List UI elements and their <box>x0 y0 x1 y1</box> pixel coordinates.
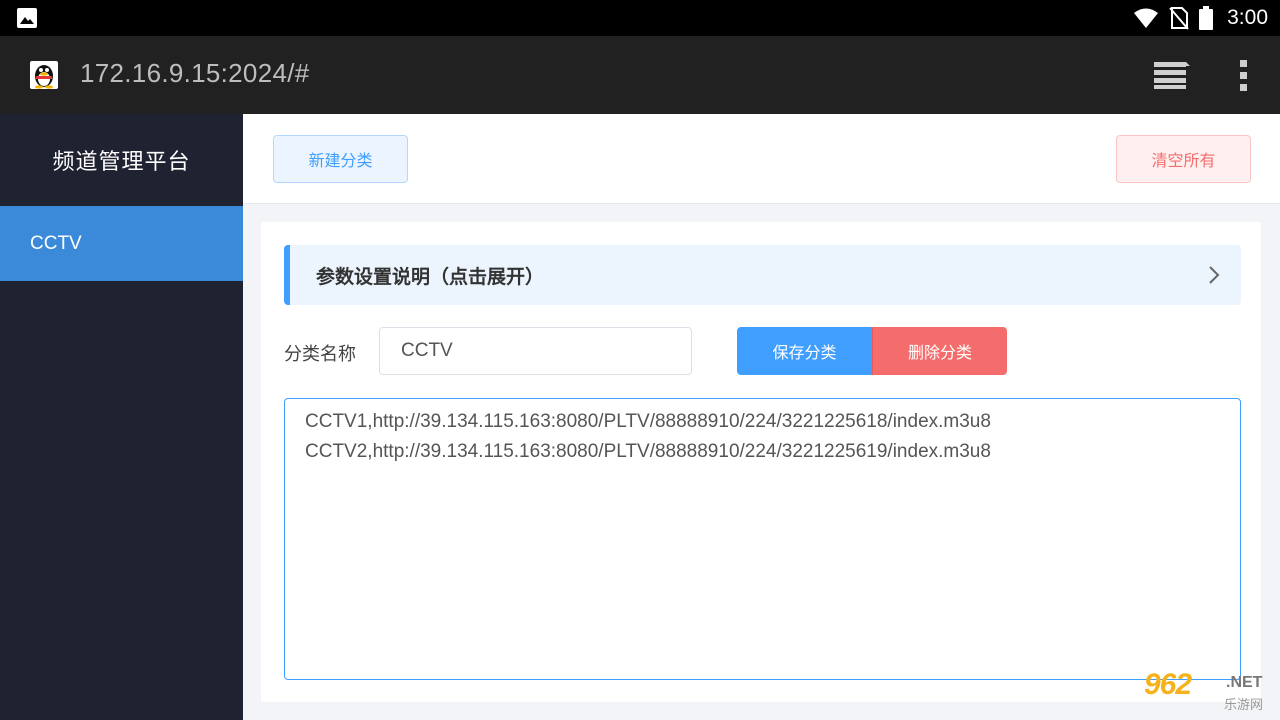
instructions-collapse[interactable]: 参数设置说明（点击展开） <box>284 245 1241 305</box>
channel-line: CCTV1,http://39.134.115.163:8080/PLTV/88… <box>305 411 991 432</box>
category-name-input[interactable] <box>379 327 692 375</box>
watermark-cn: 乐游网 <box>1224 698 1264 713</box>
category-card: 参数设置说明（点击展开） 分类名称 保存分类 删除分类 CCTV1,http:/… <box>261 222 1261 702</box>
channel-line: CCTV2,http://39.134.115.163:8080/PLTV/88… <box>305 441 991 462</box>
category-actions: 保存分类 删除分类 <box>737 327 1007 375</box>
wifi-icon <box>1134 8 1159 28</box>
watermark-number: 962 <box>1144 668 1192 701</box>
save-category-button[interactable]: 保存分类 <box>737 327 872 375</box>
watermark-net: .NET <box>1226 674 1263 691</box>
main-content: 新建分类 清空所有 参数设置说明（点击展开） 分类名称 保存分类 删除分类 CC… <box>243 114 1280 720</box>
status-icons: 3:00 <box>1133 0 1268 36</box>
status-time: 3:00 <box>1227 6 1268 29</box>
browser-toolbar: 172.16.9.15:2024/# <box>0 36 1280 114</box>
no-sim-icon <box>1169 7 1189 30</box>
platform-title: 频道管理平台 <box>52 150 191 175</box>
gallery-icon <box>17 8 37 28</box>
channel-list-textarea[interactable]: CCTV1,http://39.134.115.163:8080/PLTV/88… <box>284 398 1241 680</box>
chevron-right-icon <box>1209 266 1220 284</box>
delete-category-button[interactable]: 删除分类 <box>872 327 1007 375</box>
overflow-menu-icon[interactable] <box>1232 58 1256 94</box>
status-bar: 3:00 <box>0 0 1280 36</box>
instructions-title: 参数设置说明（点击展开） <box>316 265 545 288</box>
tabs-icon[interactable] <box>1150 58 1192 92</box>
category-name-label: 分类名称 <box>284 344 356 365</box>
battery-icon <box>1199 6 1214 30</box>
watermark-logo: 962 .NET 乐游网 <box>1140 668 1275 718</box>
favicon-penguin-icon <box>30 61 58 89</box>
new-category-button[interactable]: 新建分类 <box>273 135 408 183</box>
sidebar-item-cctv[interactable]: CCTV <box>0 206 243 281</box>
action-bar: 新建分类 清空所有 <box>243 114 1280 204</box>
address-bar-url[interactable]: 172.16.9.15:2024/# <box>80 58 310 89</box>
clear-all-button[interactable]: 清空所有 <box>1116 135 1251 183</box>
sidebar: 频道管理平台 CCTV <box>0 114 243 720</box>
